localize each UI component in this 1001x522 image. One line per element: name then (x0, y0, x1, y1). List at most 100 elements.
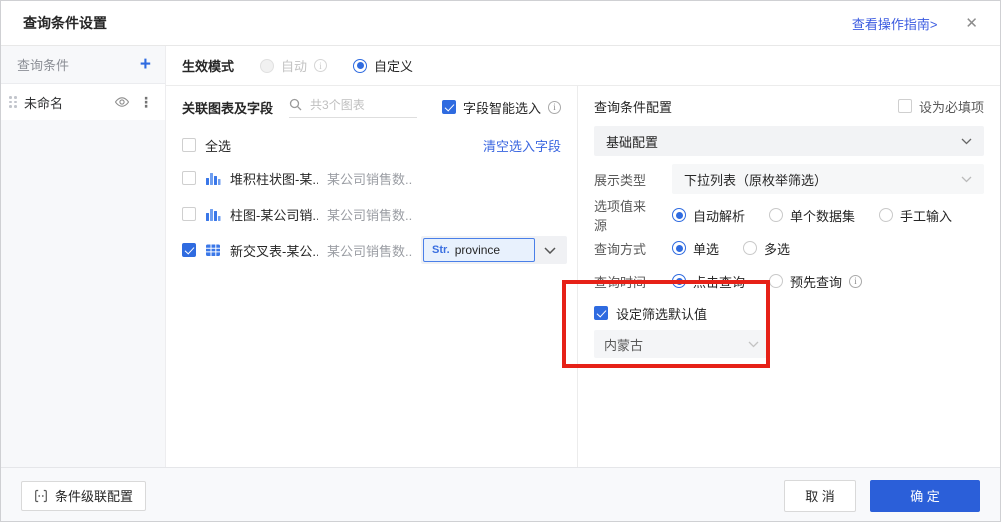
radio-manual-input[interactable]: 手工输入 (879, 206, 952, 225)
query-time-label: 查询时间 (594, 274, 647, 290)
drag-handle-icon[interactable] (9, 96, 17, 108)
visibility-eye-icon[interactable] (114, 94, 130, 110)
cascade-config-button[interactable]: 条件级联配置 (21, 480, 147, 511)
default-value-select[interactable]: 内蒙古 (594, 330, 769, 358)
search-icon (289, 98, 302, 111)
effective-mode-row: 生效模式 自动 i 自定义 (166, 46, 1000, 86)
radio-auto[interactable]: 自动 i (260, 56, 328, 75)
field-select-control[interactable]: Str. province (421, 236, 567, 264)
radio-label: 自动解析 (693, 208, 746, 224)
radio-single-select[interactable]: 单选 (672, 239, 719, 258)
chevron-down-icon (535, 246, 565, 254)
effective-mode-label: 生效模式 (182, 59, 235, 74)
chevron-down-icon (748, 341, 759, 348)
chart-row: 新交叉表-某公... 某公司销售数... Str. province (166, 232, 577, 268)
main-area: 生效模式 自动 i 自定义 关联图表及字段 共3个图表 字段智能选入 i 全选 … (166, 46, 1000, 467)
value-source-row: 选项值来源 自动解析 单个数据集 手工输入 (594, 199, 984, 233)
radio-label: 点击查询 (693, 274, 746, 290)
chart-dataset: 某公司销售数... (327, 243, 412, 259)
basic-config-section-header[interactable]: 基础配置 (594, 126, 984, 156)
chart-dataset: 某公司销售数... (327, 171, 412, 187)
sidebar-title: 查询条件 (17, 58, 70, 73)
chart-search (289, 96, 418, 118)
smart-select-label: 字段智能选入 (462, 100, 541, 116)
radio-auto-parse[interactable]: 自动解析 (672, 206, 745, 225)
cancel-button[interactable]: 取 消 (784, 479, 856, 512)
radio-label: 多选 (764, 241, 791, 257)
select-all-row: 全选 清空选入字段 (166, 130, 577, 160)
radio-auto-label: 自动 (281, 59, 308, 74)
radio-multi-select[interactable]: 多选 (743, 239, 790, 258)
smart-select-checkbox[interactable] (441, 100, 456, 114)
cascade-icon (34, 489, 48, 503)
cross-table-icon (205, 242, 221, 258)
add-condition-button[interactable]: + (140, 55, 151, 74)
chart-dataset: 某公司销售数... (327, 207, 412, 223)
footer-actions: 取 消 确 定 (784, 479, 980, 512)
info-icon: i (548, 100, 561, 114)
required-label: 设为必填项 (918, 99, 984, 115)
charts-panel-header: 关联图表及字段 字段智能选入 i (166, 86, 577, 128)
radio-label: 单个数据集 (790, 208, 856, 224)
chart-row: 堆积柱状图-某... 某公司销售数... (166, 160, 577, 196)
operation-guide-link[interactable]: 查看操作指南> (852, 14, 938, 33)
config-panel-title: 查询条件配置 (594, 99, 673, 115)
required-option: 设为必填项 (897, 97, 984, 116)
chart-row: 柱图-某公司销... 某公司销售数... (166, 196, 577, 232)
display-type-row: 展示类型 下拉列表（原枚举筛选） (594, 164, 984, 194)
chart-name: 堆积柱状图-某... (230, 171, 318, 187)
condition-config-panel: 查询条件配置 设为必填项 基础配置 展示类型 下拉列表（原枚举筛选） 选项值来源… (578, 86, 1000, 467)
radio-label: 单选 (693, 241, 720, 257)
chevron-down-icon (961, 138, 972, 145)
default-value-option: 设定筛选默认值 (594, 301, 984, 325)
query-mode-row: 查询方式 单选 多选 (594, 236, 984, 260)
display-type-label: 展示类型 (594, 172, 647, 188)
query-conditions-sidebar: 查询条件 + 未命名 ⋮ (1, 46, 166, 467)
chart-name: 新交叉表-某公... (230, 243, 318, 259)
close-icon[interactable]: ✕ (965, 16, 978, 31)
chart-row-checkbox[interactable] (182, 207, 196, 221)
radio-auto-icon (260, 58, 275, 73)
radio-label: 预先查询 (790, 274, 843, 290)
dialog-header: 查询条件设置 查看操作指南> ✕ (1, 1, 1000, 46)
radio-icon (672, 208, 686, 222)
display-type-select[interactable]: 下拉列表（原枚举筛选） (672, 164, 984, 194)
default-value-checkbox[interactable] (594, 306, 608, 320)
sidebar-item-unnamed[interactable]: 未命名 ⋮ (1, 84, 165, 120)
radio-icon (672, 274, 686, 288)
dialog-body: 查询条件 + 未命名 ⋮ 生效模式 自动 i 自定义 关联图表及字段 共3个图表… (1, 46, 1000, 467)
field-type-badge: Str. (432, 244, 450, 256)
radio-pre-query[interactable]: 预先查询 i (769, 272, 863, 291)
clear-selected-fields-link[interactable]: 清空选入字段 (483, 136, 561, 155)
default-value-label: 设定筛选默认值 (616, 306, 708, 322)
sidebar-item-label: 未命名 (24, 95, 64, 111)
confirm-button[interactable]: 确 定 (870, 479, 980, 512)
radio-click-query[interactable]: 点击查询 (672, 272, 745, 291)
query-time-row: 查询时间 点击查询 预先查询 i (594, 269, 984, 293)
stacked-bar-chart-icon (205, 170, 221, 186)
chart-row-checkbox[interactable] (182, 243, 196, 257)
radio-label: 手工输入 (900, 208, 953, 224)
radio-icon (769, 208, 784, 222)
radio-icon (769, 274, 784, 288)
info-icon: i (314, 59, 328, 72)
radio-icon (879, 208, 894, 222)
select-all-label: 全选 (205, 138, 232, 154)
charts-panel-title: 关联图表及字段 (182, 100, 274, 116)
chevron-down-icon (961, 176, 972, 183)
item-more-menu-icon[interactable]: ⋮ (137, 94, 155, 111)
cascade-button-label: 条件级联配置 (55, 489, 134, 504)
selected-field-tag: Str. province (423, 238, 535, 262)
panels: 关联图表及字段 字段智能选入 i (166, 86, 1000, 467)
required-checkbox[interactable] (897, 99, 912, 113)
dialog-footer: 条件级联配置 取 消 确 定 (1, 467, 1000, 521)
select-all-checkbox[interactable] (182, 138, 196, 152)
bar-chart-icon (205, 206, 221, 222)
radio-single-dataset[interactable]: 单个数据集 (769, 206, 855, 225)
chart-row-checkbox[interactable] (182, 171, 196, 185)
chart-search-input[interactable] (308, 96, 418, 113)
value-source-label: 选项值来源 (594, 199, 647, 233)
dialog-title: 查询条件设置 (23, 15, 107, 31)
radio-custom[interactable]: 自定义 (353, 56, 413, 75)
query-mode-label: 查询方式 (594, 241, 647, 257)
